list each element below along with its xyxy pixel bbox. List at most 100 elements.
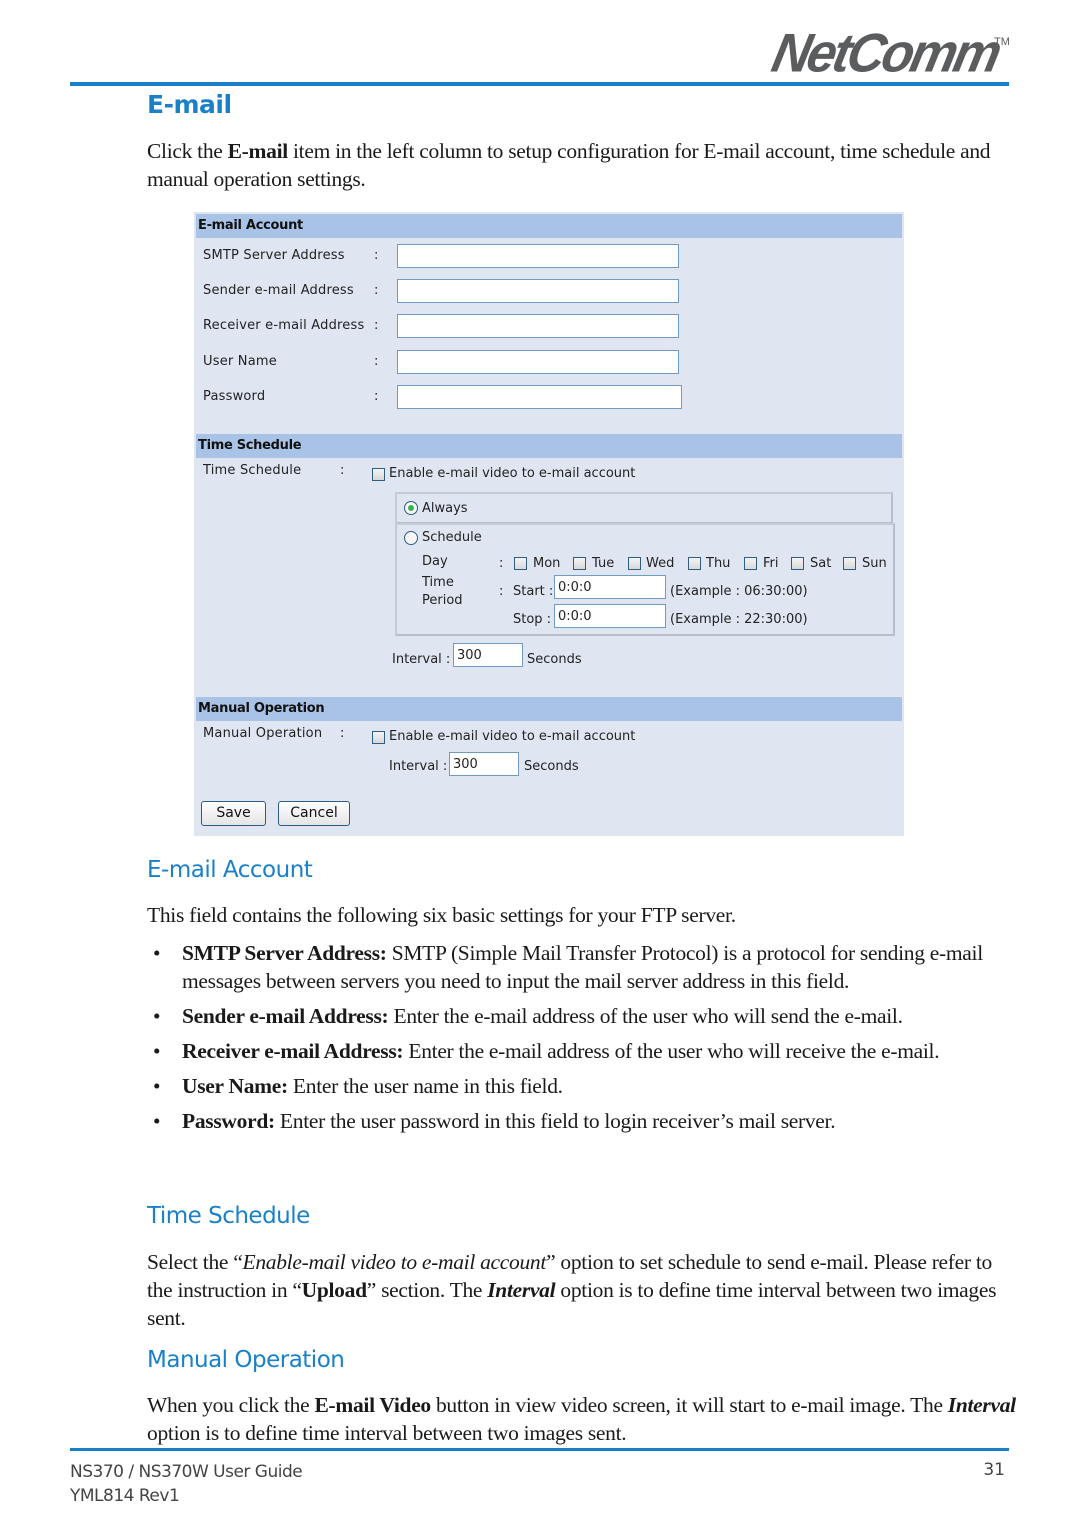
time-schedule-paragraph: Select the “Enable-mail video to e-mail … (147, 1248, 1017, 1332)
email-account-header: E-mail Account (196, 214, 902, 238)
bullet-text: Enter the e-mail address of the user who… (403, 1038, 940, 1063)
day-label-thu: Thu (706, 556, 731, 571)
colon: : (374, 354, 379, 369)
day-checkbox-sun[interactable] (843, 557, 856, 570)
password-input[interactable] (397, 385, 682, 409)
start-time-input[interactable] (554, 575, 666, 599)
sender-email-label: Sender e-mail Address (203, 283, 354, 298)
colon: : (340, 726, 345, 741)
bullet-text: Enter the user name in this field. (287, 1073, 563, 1098)
schedule-interval-unit: Seconds (527, 652, 582, 667)
manual-operation-label: Manual Operation (203, 726, 323, 741)
bullet-term: SMTP Server Address: (182, 941, 387, 965)
time-schedule-label: Time Schedule (203, 463, 302, 478)
bullet-icon: • (153, 1003, 161, 1028)
page-number: 31 (983, 1460, 1005, 1480)
colon: : (374, 389, 379, 404)
brand-name: NetComm (766, 23, 1005, 84)
bullet-term: Sender e-mail Address: (182, 1003, 389, 1028)
period-label: Period (422, 593, 463, 608)
email-account-intro: This field contains the following six ba… (147, 903, 736, 927)
cancel-button[interactable]: Cancel (278, 801, 350, 826)
text: When you click the (147, 1393, 315, 1417)
list-item: • Sender e-mail Address: Enter the e-mail… (147, 1003, 1017, 1031)
user-name-label: User Name (203, 354, 277, 369)
text: option is to define time interval betwee… (147, 1421, 627, 1445)
smtp-server-input[interactable] (397, 244, 679, 268)
manual-enable-label: Enable e-mail video to e-mail account (389, 729, 636, 744)
manual-interval-unit: Seconds (524, 759, 579, 774)
footer-info: NS370 / NS370W User Guide YML814 Rev1 (70, 1460, 303, 1508)
guide-title: NS370 / NS370W User Guide (70, 1462, 303, 1482)
always-radio[interactable] (404, 501, 418, 515)
always-frame (395, 492, 893, 524)
day-label-wed: Wed (646, 556, 675, 571)
day-checkbox-wed[interactable] (628, 557, 641, 570)
sender-email-input[interactable] (397, 279, 679, 303)
bullet-icon: • (153, 1073, 161, 1098)
colon: : (499, 584, 504, 599)
receiver-email-label: Receiver e-mail Address (203, 318, 365, 333)
header-rule (70, 82, 1009, 86)
manual-operation-paragraph: When you click the E-mail Video button i… (147, 1391, 1017, 1447)
receiver-email-input[interactable] (397, 314, 679, 338)
bullet-text: Enter the e-mail address of the user who… (388, 1003, 903, 1028)
revision: YML814 Rev1 (70, 1486, 180, 1506)
start-example: (Example : 06:30:00) (670, 584, 808, 599)
page-title: E-mail (147, 90, 232, 119)
day-checkbox-thu[interactable] (688, 557, 701, 570)
manual-interval-label: Interval : (389, 759, 448, 774)
text: Select the “ (147, 1250, 243, 1274)
email-settings-panel: E-mail Account SMTP Server Address : Sen… (194, 212, 904, 836)
password-label: Password (203, 389, 266, 404)
day-label-mon: Mon (533, 556, 561, 571)
list-item: • Password: Enter the user password in th… (147, 1108, 1017, 1136)
day-label-sat: Sat (810, 556, 832, 571)
schedule-enable-label: Enable e-mail video to e-mail account (389, 466, 636, 481)
colon: : (374, 318, 379, 333)
colon: : (374, 248, 379, 263)
list-item: • User Name: Enter the user name in this … (147, 1073, 1017, 1101)
list-item: • SMTP Server Address: SMTP (Simple Mail … (147, 940, 1017, 995)
stop-example: (Example : 22:30:00) (670, 612, 808, 627)
email-account-bullets: • SMTP Server Address: SMTP (Simple Mail … (147, 940, 1017, 1143)
save-button[interactable]: Save (201, 801, 266, 826)
manual-interval-input[interactable] (449, 752, 519, 776)
list-item: • Receiver e-mail Address: Enter the e-ma… (147, 1038, 1017, 1066)
always-label: Always (422, 501, 468, 516)
smtp-server-label: SMTP Server Address (203, 248, 345, 263)
user-name-input[interactable] (397, 350, 679, 374)
manual-enable-checkbox[interactable] (372, 731, 385, 744)
intro-text: Click the (147, 139, 228, 163)
bullet-term: Receiver e-mail Address: (182, 1038, 404, 1063)
day-checkbox-tue[interactable] (573, 557, 586, 570)
day-checkbox-fri[interactable] (744, 557, 757, 570)
text: button in view video screen, it will sta… (430, 1393, 948, 1417)
schedule-label: Schedule (422, 530, 482, 545)
text: ” section. The (366, 1278, 488, 1302)
netcomm-logo: NetComm TM (767, 23, 1010, 84)
schedule-radio[interactable] (404, 531, 418, 545)
section-title-email-account: E-mail Account (147, 857, 313, 883)
bullet-term: User Name: (182, 1073, 288, 1098)
trademark: TM (994, 36, 1010, 48)
intro-paragraph: Click the E-mail item in the left column… (147, 137, 1017, 193)
stop-time-input[interactable] (554, 604, 666, 628)
day-label-fri: Fri (763, 556, 779, 571)
intro-bold: E-mail (227, 139, 289, 163)
bullet-icon: • (153, 1108, 161, 1133)
schedule-interval-input[interactable] (453, 643, 523, 667)
time-schedule-header: Time Schedule (196, 434, 902, 458)
day-label-tue: Tue (592, 556, 615, 571)
italic-text: Enable-mail video to e-mail account (242, 1250, 547, 1274)
day-checkbox-sat[interactable] (791, 557, 804, 570)
bullet-icon: • (153, 1038, 161, 1063)
start-label: Start : (513, 584, 554, 599)
schedule-enable-checkbox[interactable] (372, 468, 385, 481)
colon: : (374, 283, 379, 298)
bold-italic-text: Interval (487, 1278, 556, 1302)
footer-rule (70, 1448, 1009, 1451)
schedule-interval-label: Interval : (392, 652, 451, 667)
colon: : (340, 463, 345, 478)
day-checkbox-mon[interactable] (514, 557, 527, 570)
